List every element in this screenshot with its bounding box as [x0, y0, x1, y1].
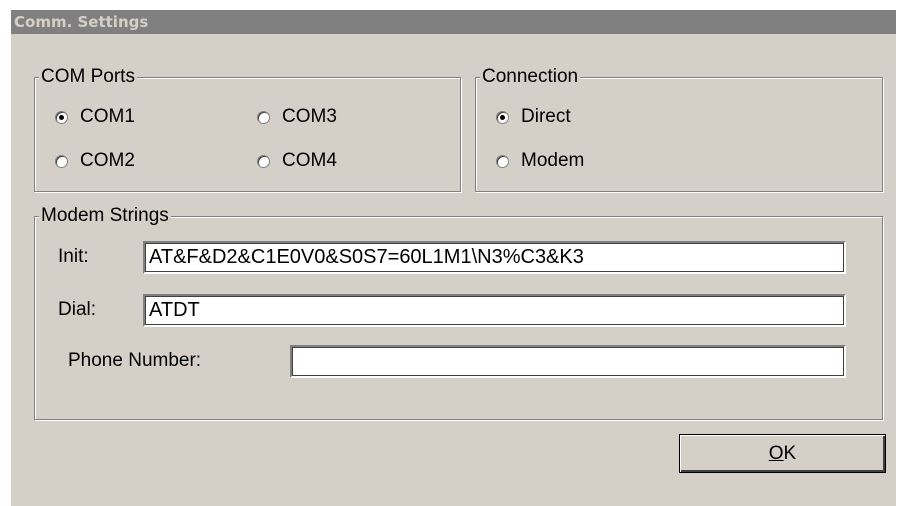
radio-button-icon [55, 110, 68, 124]
com-ports-group: COM Ports COM1 COM3 COM2 COM4 [34, 66, 461, 192]
radio-button-icon [55, 154, 68, 168]
radio-button-icon [257, 154, 270, 168]
ok-label-rest: K [783, 442, 797, 464]
phone-number-label: Phone Number: [68, 350, 202, 371]
radio-button-icon [496, 110, 509, 124]
ok-mnemonic: O [768, 442, 784, 464]
connection-group: Connection Direct Modem [475, 66, 883, 192]
ok-button[interactable]: OK [679, 434, 886, 473]
radio-button-icon [496, 154, 509, 168]
com-ports-legend: COM Ports [39, 66, 137, 88]
title-bar: Comm. Settings [11, 10, 896, 34]
modem-strings-legend: Modem Strings [39, 205, 171, 227]
radio-com3-label: COM3 [282, 106, 337, 127]
radio-com4-label: COM4 [282, 150, 337, 171]
radio-selected-dot [500, 114, 505, 120]
phone-number-field[interactable] [290, 345, 846, 378]
dial-label: Dial: [58, 299, 97, 320]
radio-modem[interactable]: Modem [496, 150, 584, 172]
radio-com4[interactable]: COM4 [257, 150, 337, 172]
dial-field[interactable]: ATDT [143, 294, 846, 327]
radio-com3[interactable]: COM3 [257, 106, 337, 128]
radio-selected-dot [59, 114, 64, 120]
radio-button-icon [257, 110, 270, 124]
radio-com2[interactable]: COM2 [55, 150, 135, 172]
radio-modem-label: Modem [521, 150, 585, 171]
radio-com1-label: COM1 [80, 106, 135, 127]
modem-strings-group: Modem Strings Init: AT&F&D2&C1E0V0&S0S7=… [34, 205, 883, 420]
init-field[interactable]: AT&F&D2&C1E0V0&S0S7=60L1M1\N3%C3&K3 [143, 241, 846, 274]
connection-legend: Connection [480, 66, 581, 88]
radio-direct-label: Direct [521, 106, 571, 127]
radio-com1[interactable]: COM1 [55, 106, 135, 128]
init-label: Init: [58, 246, 89, 267]
radio-direct[interactable]: Direct [496, 106, 571, 128]
comm-settings-dialog: Comm. Settings COM Ports COM1 COM3 COM2 … [11, 10, 896, 506]
radio-com2-label: COM2 [80, 150, 135, 171]
